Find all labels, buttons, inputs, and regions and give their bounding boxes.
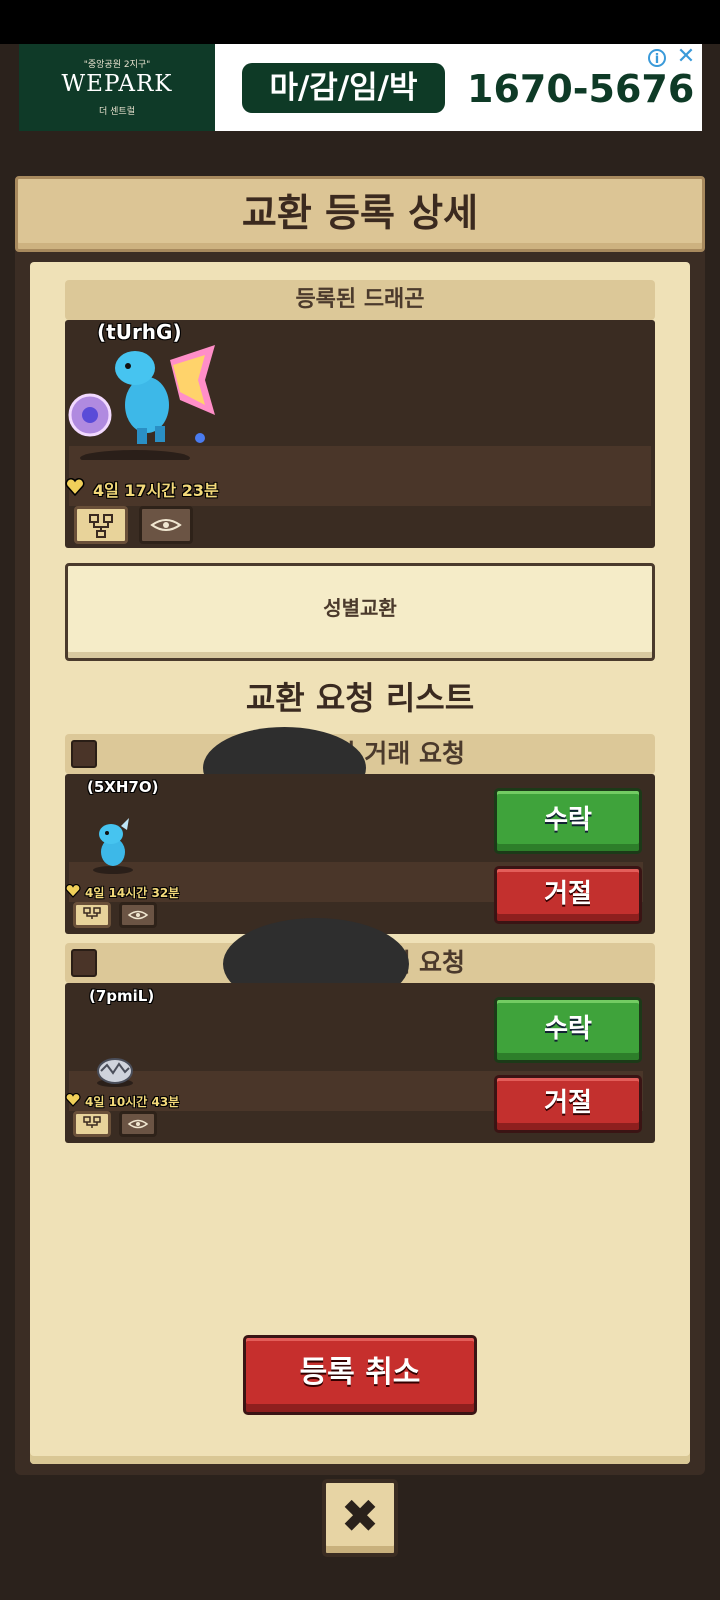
view-button[interactable] <box>139 506 193 544</box>
ad-logo-brand: WEPARK <box>61 71 173 97</box>
lineage-icon <box>83 1116 101 1128</box>
requester-dragon-name: (7pmiL) <box>89 987 155 1005</box>
profile-icon[interactable] <box>71 740 97 768</box>
ad-logo-sub2: 더 센트럴 <box>99 107 135 117</box>
registered-dragon-card[interactable]: (tUrhG) 4일 17시간 23분 <box>65 320 655 548</box>
lineage-button[interactable] <box>73 1111 111 1137</box>
ad-pill-text: 마/감/임/박 <box>242 63 445 113</box>
ad-banner[interactable]: "중앙공원 2지구" WEPARK 더 센트럴 마/감/임/박 1670-567… <box>19 44 702 131</box>
lineage-icon <box>83 907 101 919</box>
requester-dragon-timer: 4일 14시간 32분 <box>85 886 180 900</box>
cancel-registration-button[interactable]: 등록 취소 <box>243 1335 477 1415</box>
heart-icon <box>65 1093 81 1107</box>
lineage-icon <box>89 514 113 538</box>
requester-dragon-timer: 4일 10시간 43분 <box>85 1095 180 1109</box>
close-icon: ✖ <box>340 1489 380 1543</box>
trade-option-text: 성별교환 <box>323 596 397 620</box>
ad-info-icon[interactable]: i <box>648 49 666 67</box>
ad-logo-sub: "중앙공원 2지구" <box>83 60 151 70</box>
page-title: 교환 등록 상세 <box>241 191 479 235</box>
accept-button[interactable]: 수락 <box>494 788 642 854</box>
egg-sprite-icon <box>97 1058 133 1087</box>
dragon-timer: 4일 17시간 23분 <box>93 481 219 500</box>
eye-icon <box>150 519 182 531</box>
eye-icon <box>127 910 149 920</box>
profile-icon[interactable] <box>71 949 97 977</box>
ad-logo: "중앙공원 2지구" WEPARK 더 센트럴 <box>19 44 215 131</box>
heart-icon <box>65 884 81 898</box>
request-list-title: 교환 요청 리스트 <box>245 679 475 717</box>
requester-dragon-name: (5XH7O) <box>87 778 159 796</box>
lineage-button[interactable] <box>74 506 128 544</box>
reject-button[interactable]: 거절 <box>494 866 642 924</box>
accept-button[interactable]: 수락 <box>494 997 642 1063</box>
reject-button[interactable]: 거절 <box>494 1075 642 1133</box>
title-banner: 교환 등록 상세 <box>15 176 705 252</box>
lineage-button[interactable] <box>73 902 111 928</box>
eye-icon <box>127 1119 149 1129</box>
ad-phone-number: 1670-5676 <box>467 67 695 111</box>
view-button[interactable] <box>119 902 157 928</box>
dragon-sprite-icon <box>93 818 133 874</box>
status-bar <box>0 0 720 44</box>
trade-option-box: 성별교환 <box>65 563 655 661</box>
dragon-name: (tUrhG) <box>97 320 182 344</box>
ad-close-icon[interactable]: ✕ <box>675 46 697 68</box>
close-button[interactable]: ✖ <box>322 1479 398 1557</box>
view-button[interactable] <box>119 1111 157 1137</box>
registered-dragon-label: 등록된 드래곤 <box>65 280 655 320</box>
heart-icon <box>65 478 85 496</box>
